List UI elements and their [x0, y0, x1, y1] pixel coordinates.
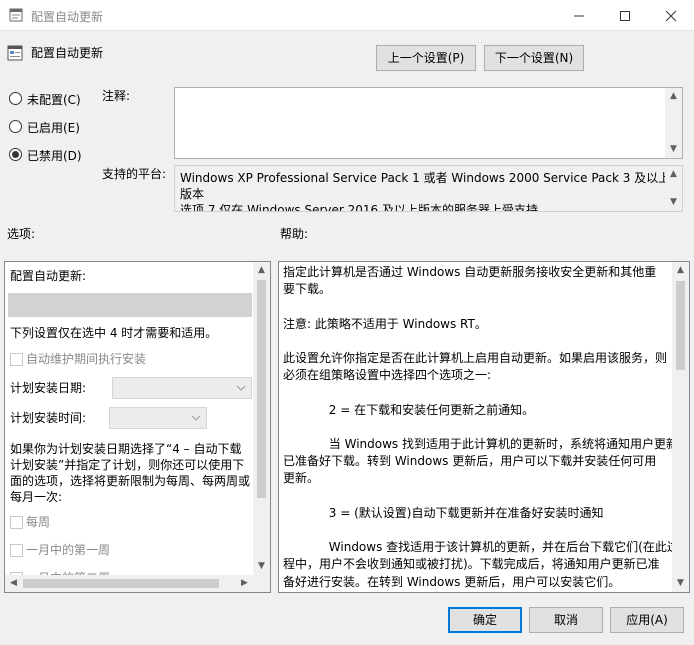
chevron-down-icon [236, 385, 246, 391]
help-line: 已准备好下载。转到 Windows 更新后，用户可以下载并安装任何可用 [283, 454, 657, 469]
platform-scrollbar[interactable]: ▲ ▼ [665, 166, 682, 211]
help-line: Windows 查找适用于该计算机的更新，并在后台下载它们(在此过 [283, 540, 679, 555]
title-bar: 配置自动更新 [0, 0, 694, 31]
close-icon [665, 10, 677, 22]
close-button[interactable] [648, 0, 694, 31]
scroll-down-icon[interactable]: ▼ [672, 575, 689, 592]
help-panel: 指定此计算机是否通过 Windows 自动更新服务接收安全更新和其他重 要下载。注… [278, 261, 690, 593]
help-line: 当 Windows 找到适用于此计算机的更新时，系统将通知用户更新 [283, 437, 678, 451]
cancel-button[interactable]: 取消 [529, 607, 603, 633]
previous-setting-button[interactable]: 上一个设置(P) [376, 45, 476, 71]
help-line: 程中，用户不会收到通知或被打扰)。下载完成后，将通知用户更新已准 [283, 557, 660, 572]
next-setting-button[interactable]: 下一个设置(N) [484, 45, 584, 71]
help-line: 必须在组策略设置中选择四个选项之一: [283, 368, 492, 383]
scroll-thumb[interactable] [676, 281, 685, 370]
scroll-up-icon[interactable]: ▲ [672, 262, 689, 279]
scroll-thumb[interactable] [23, 579, 219, 588]
options-note: 下列设置仅在选中 4 时才需要和适用。 [10, 326, 218, 340]
maximize-icon [620, 11, 630, 21]
help-line: 2 = 在下载和安装任何更新之前通知。 [283, 402, 535, 417]
scroll-up-icon[interactable]: ▲ [253, 262, 270, 279]
scroll-thumb[interactable] [257, 280, 266, 498]
help-line: 要下载。 [283, 282, 332, 297]
ok-button[interactable]: 确定 [448, 607, 522, 633]
schedule-day-select[interactable] [112, 377, 252, 399]
chevron-down-icon [191, 415, 201, 421]
first-week-checkbox[interactable] [10, 544, 23, 557]
help-vscrollbar[interactable]: ▲ ▼ [672, 262, 689, 592]
help-line: 指定此计算机是否通过 Windows 自动更新服务接收安全更新和其他重 [283, 265, 657, 279]
help-line: 更新。 [283, 471, 320, 486]
options-label: 选项: [7, 227, 36, 241]
options-hscrollbar[interactable]: ◀ ▶ [5, 575, 270, 592]
update-mode-combo[interactable] [8, 293, 252, 317]
comment-label: 注释: [102, 89, 131, 103]
policy-title: 配置自动更新 [31, 46, 104, 60]
scroll-down-icon[interactable]: ▼ [253, 558, 270, 575]
maximize-button[interactable] [602, 0, 648, 31]
scroll-up-icon[interactable]: ▲ [665, 166, 682, 183]
apply-button[interactable]: 应用(A) [610, 607, 684, 633]
platform-field[interactable]: Windows XP Professional Service Pack 1 或… [174, 165, 683, 212]
schedule-day-label: 计划安装日期: [10, 381, 87, 395]
scroll-down-icon[interactable]: ▼ [665, 194, 682, 211]
scroll-right-icon[interactable]: ▶ [236, 575, 253, 592]
policy-icon [7, 45, 23, 61]
radio-disabled[interactable]: 已禁用(D) [9, 147, 99, 163]
help-line: 3 = (默认设置)自动下载更新并在准备好安装时通知 [283, 505, 604, 520]
minimize-button[interactable] [556, 0, 602, 31]
scroll-left-icon[interactable]: ◀ [5, 575, 22, 592]
help-line: 备好进行安装。在转到 Windows 更新后，用户可以安装它们。 [283, 574, 621, 589]
weekly-label: 每周 [26, 515, 51, 529]
options-panel: 配置自动更新: 下列设置仅在选中 4 时才需要和适用。 自动维护期间执行安装 计… [4, 261, 271, 593]
help-line: 此设置允许你指定是否在此计算机上启用自动更新。如果启用该服务，则 [283, 351, 668, 365]
radio-enabled[interactable]: 已启用(E) [9, 119, 99, 135]
policy-app-icon [9, 8, 23, 22]
first-week-label: 一月中的第一周 [26, 543, 111, 557]
weekly-checkbox[interactable] [10, 516, 23, 529]
window-title: 配置自动更新 [31, 10, 104, 24]
radio-not-configured[interactable]: 未配置(C) [9, 91, 99, 107]
help-label: 帮助: [280, 227, 309, 241]
scroll-down-icon[interactable]: ▼ [665, 141, 682, 158]
auto-maintenance-label: 自动维护期间执行安装 [26, 352, 147, 366]
comment-scrollbar[interactable]: ▲ ▼ [665, 88, 682, 158]
help-line: 注意: 此策略不适用于 Windows RT。 [283, 316, 487, 331]
platform-line: Windows XP Professional Service Pack 1 或… [180, 171, 671, 185]
options-description: 每月一次: [10, 490, 63, 504]
platform-line: 选项 7 仅在 Windows Server 2016 及以上版本的服务器上受支… [180, 203, 538, 212]
schedule-time-select[interactable] [109, 407, 207, 429]
options-title: 配置自动更新: [10, 269, 87, 283]
minimize-icon [574, 15, 584, 17]
scroll-up-icon[interactable]: ▲ [665, 88, 682, 105]
schedule-time-label: 计划安装时间: [10, 411, 87, 425]
platform-label: 支持的平台: [102, 167, 167, 181]
comment-field[interactable]: ▲ ▼ [174, 87, 683, 159]
options-vscrollbar[interactable]: ▲ ▼ [253, 262, 270, 575]
auto-maintenance-checkbox[interactable] [10, 353, 23, 366]
